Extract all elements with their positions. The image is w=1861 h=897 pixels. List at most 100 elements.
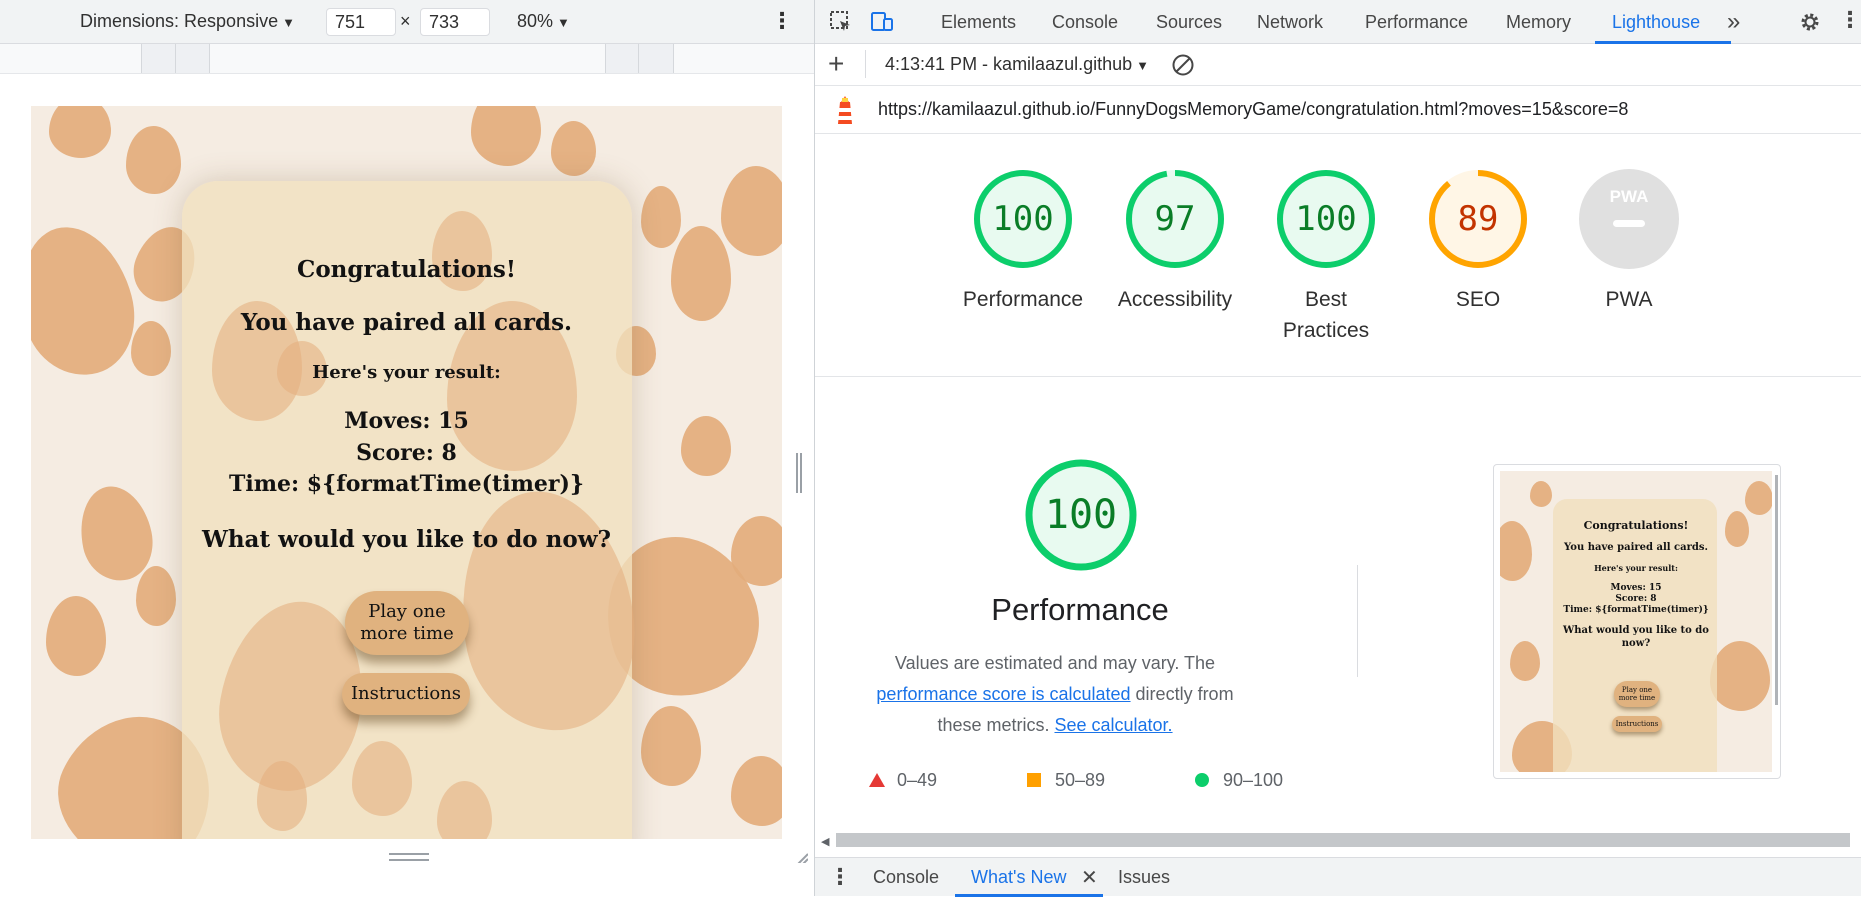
- report-url: https://kamilaazul.github.io/FunnyDogsMe…: [878, 99, 1629, 119]
- score-label-line1: Best: [1304, 288, 1348, 311]
- paired-heading: You have paired all cards.: [240, 309, 573, 336]
- score-value: 100: [992, 199, 1054, 239]
- drawer-menu-icon[interactable]: ⋮: [829, 864, 851, 890]
- tab-network[interactable]: Network: [1257, 12, 1323, 33]
- clear-reports-icon[interactable]: [1171, 53, 1195, 77]
- tab-lighthouse[interactable]: Lighthouse: [1612, 12, 1700, 33]
- emulated-viewport: Congratulations! You have paired all car…: [31, 106, 782, 839]
- gauge-pwa[interactable]: PWA PWA: [1559, 168, 1699, 315]
- dimensions-dropdown[interactable]: Dimensions: Responsive ▼: [80, 11, 295, 32]
- play-again-line1: Play one: [368, 600, 446, 622]
- gauge-ring: 89: [1427, 168, 1529, 270]
- drawer-tab-console[interactable]: Console: [873, 867, 939, 888]
- devtools-menu-icon[interactable]: ⋮: [1839, 7, 1861, 33]
- scroll-left-arrow-icon[interactable]: ◀: [821, 835, 829, 848]
- gauge-performance[interactable]: 100 Performance: [953, 168, 1093, 315]
- legend-pass: 90–100: [1195, 770, 1283, 791]
- height-input[interactable]: 733: [420, 8, 490, 36]
- orange-square-icon: [1027, 773, 1041, 787]
- gauge-ring: 97: [1124, 168, 1226, 270]
- close-tab-icon[interactable]: ✕: [1081, 865, 1098, 890]
- tab-elements[interactable]: Elements: [941, 12, 1016, 33]
- thumb-moves: Moves: 15: [1610, 583, 1662, 593]
- report-selector-label: 4:13:41 PM - kamilaazul.github: [885, 54, 1133, 74]
- paw-print: [136, 566, 176, 626]
- gauge-seo[interactable]: 89 SEO: [1408, 168, 1548, 315]
- drawer-tab-issues[interactable]: Issues: [1118, 867, 1170, 888]
- thumb-instructions-button: Instructions: [1612, 716, 1662, 732]
- zoom-label: 80%: [517, 11, 554, 31]
- width-input[interactable]: 751: [326, 8, 396, 36]
- dimensions-label: Dimensions: Responsive: [80, 11, 279, 31]
- paw-print: [126, 126, 181, 194]
- score-label: Best Practices: [1256, 284, 1396, 346]
- device-toolbar: Dimensions: Responsive ▼ 751 × 733 80% ▼ ⋮: [0, 0, 814, 44]
- thumb-play-button: Play one more time: [1614, 681, 1660, 707]
- tab-sources[interactable]: Sources: [1156, 12, 1222, 33]
- report-url-row: https://kamilaazul.github.io/FunnyDogsMe…: [815, 86, 1861, 134]
- thumb-heading2: You have paired all cards.: [1564, 542, 1708, 553]
- performance-big-score: 100: [1044, 492, 1118, 538]
- inspect-element-icon[interactable]: [829, 10, 853, 34]
- paw-print: [1710, 641, 1770, 711]
- report-selector[interactable]: 4:13:41 PM - kamilaazul.github ▼: [885, 54, 1149, 75]
- lighthouse-toolbar: + 4:13:41 PM - kamilaazul.github ▼: [815, 44, 1861, 86]
- legend-range: 50–89: [1055, 770, 1106, 790]
- gauge-accessibility[interactable]: 97 Accessibility: [1105, 168, 1245, 315]
- thumbnail-scrollbar: [1775, 475, 1778, 705]
- new-report-icon[interactable]: +: [828, 48, 844, 80]
- vertical-divider: [1357, 565, 1358, 677]
- media-query-segment[interactable]: [605, 44, 640, 73]
- performance-description: Values are estimated and may vary. The p…: [855, 648, 1255, 741]
- media-query-segment[interactable]: [141, 44, 177, 73]
- devtools-drawer-tabs: ⋮ Console What's New ✕ Issues: [815, 857, 1861, 897]
- device-toggle-icon[interactable]: [870, 10, 894, 34]
- zoom-dropdown[interactable]: 80% ▼: [517, 11, 570, 32]
- instructions-button[interactable]: Instructions: [342, 673, 470, 715]
- legend-fail: 0–49: [869, 770, 937, 791]
- paw-print: [1530, 481, 1552, 507]
- thumb-heading1: Congratulations!: [1583, 519, 1689, 532]
- resize-handle-bottom[interactable]: [389, 853, 429, 861]
- resize-handle-right[interactable]: [796, 453, 802, 493]
- paw-print: [437, 781, 492, 839]
- tab-performance[interactable]: Performance: [1365, 12, 1468, 33]
- media-query-bar[interactable]: [0, 44, 814, 74]
- gauge-best-practices[interactable]: 100 Best Practices: [1256, 168, 1396, 346]
- caret-down-icon: ▼: [1136, 58, 1150, 73]
- paw-print: [446, 480, 648, 742]
- thumbnail-text: Congratulations! You have paired all car…: [1500, 519, 1772, 650]
- legend-range: 90–100: [1223, 770, 1284, 790]
- score-value: 89: [1457, 199, 1499, 239]
- more-tabs-icon[interactable]: »: [1727, 8, 1740, 36]
- media-query-segment[interactable]: [638, 44, 674, 73]
- see-calculator-link[interactable]: See calculator.: [1054, 715, 1172, 735]
- moves-text: Moves: 15: [344, 408, 469, 434]
- horizontal-scrollbar[interactable]: [836, 833, 1850, 847]
- paw-print: [641, 186, 681, 248]
- score-calculated-link[interactable]: performance score is calculated: [876, 684, 1130, 704]
- section-divider: [815, 376, 1861, 377]
- settings-gear-icon[interactable]: [1798, 10, 1822, 34]
- score-label: Accessibility: [1117, 288, 1233, 311]
- resize-corner-icon[interactable]: [790, 845, 808, 863]
- tab-memory[interactable]: Memory: [1506, 12, 1571, 33]
- legend-range: 0–49: [897, 770, 938, 790]
- thumb-play-line2: more time: [1618, 694, 1656, 702]
- media-query-segment[interactable]: [175, 44, 210, 73]
- caret-down-icon: ▼: [557, 15, 570, 30]
- more-options-icon[interactable]: ⋮: [771, 8, 793, 34]
- thumbnail-viewport: Congratulations! You have paired all car…: [1500, 471, 1772, 772]
- final-screenshot-thumbnail[interactable]: Congratulations! You have paired all car…: [1493, 464, 1781, 779]
- red-triangle-icon: [869, 773, 885, 787]
- paw-print: [49, 106, 111, 158]
- play-again-button[interactable]: Play one more time: [345, 591, 469, 655]
- play-again-line2: more time: [360, 623, 454, 644]
- score-label-line2: Practices: [1282, 319, 1370, 342]
- score-label: SEO: [1455, 288, 1501, 311]
- drawer-tab-whats-new[interactable]: What's New: [971, 867, 1066, 888]
- tab-console[interactable]: Console: [1052, 12, 1118, 33]
- score-value: 100: [1295, 199, 1357, 239]
- paw-print: [731, 756, 782, 826]
- result-intro: Here's your result:: [312, 362, 501, 383]
